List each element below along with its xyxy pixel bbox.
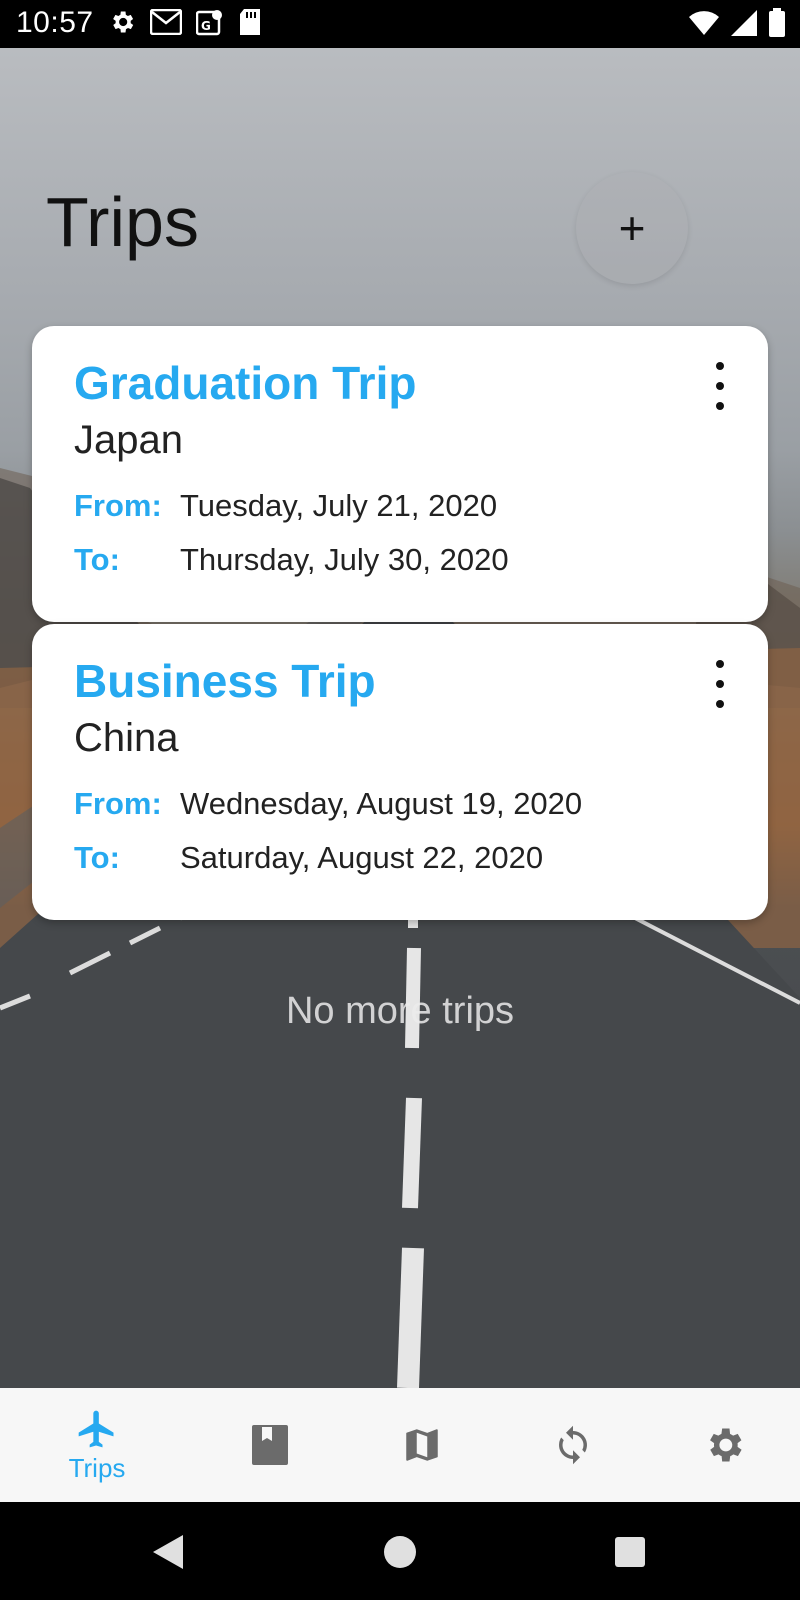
gmail-icon [150, 9, 182, 35]
to-label: To: [74, 542, 120, 577]
status-bar: 10:57 G [0, 0, 800, 48]
nav-item-sync[interactable] [513, 1388, 633, 1502]
add-trip-button[interactable]: + [576, 172, 688, 284]
status-time: 10:57 [16, 6, 94, 39]
from-label: From: [74, 786, 162, 821]
battery-icon [769, 8, 785, 37]
nav-item-trips[interactable]: Trips [37, 1388, 157, 1502]
settings-icon [113, 11, 134, 33]
nav-label-trips: Trips [68, 1452, 126, 1483]
recents-button[interactable] [600, 1522, 660, 1582]
back-button[interactable] [138, 1522, 198, 1582]
signal-icon [731, 10, 757, 36]
from-label: From: [74, 488, 162, 523]
book-icon [252, 1425, 288, 1465]
trip-card[interactable]: Business Trip China From: Wednesday, Aug… [32, 624, 768, 920]
to-date: Thursday, July 30, 2020 [180, 542, 509, 577]
empty-list-message: No more trips [285, 990, 515, 1032]
sd-card-icon [240, 9, 260, 35]
sync-icon [559, 1425, 587, 1465]
nav-item-settings[interactable] [664, 1388, 784, 1502]
trip-to-row: To: Thursday, July 30, 2020 [74, 542, 509, 578]
trip-to-row: To: Saturday, August 22, 2020 [74, 840, 543, 876]
more-options-icon[interactable] [710, 362, 730, 410]
bottom-navigation: Trips [0, 1388, 800, 1502]
home-circle-icon [384, 1536, 416, 1568]
more-options-icon[interactable] [710, 660, 730, 708]
plus-icon: + [618, 202, 646, 254]
page-title: Trips [46, 183, 199, 261]
svg-text:G: G [201, 19, 211, 33]
nav-item-map[interactable] [362, 1388, 482, 1502]
to-date: Saturday, August 22, 2020 [180, 840, 544, 875]
trip-destination: China [74, 716, 179, 760]
back-triangle-icon [153, 1535, 183, 1569]
trip-destination: Japan [74, 418, 183, 462]
map-icon [406, 1429, 438, 1461]
trip-from-row: From: Tuesday, July 21, 2020 [74, 488, 497, 524]
trip-title: Business Trip [74, 655, 376, 707]
trip-from-row: From: Wednesday, August 19, 2020 [74, 786, 582, 822]
trip-card[interactable]: Graduation Trip Japan From: Tuesday, Jul… [32, 326, 768, 622]
from-date: Tuesday, July 21, 2020 [180, 488, 498, 523]
maps-icon: G [196, 10, 222, 36]
wifi-icon [689, 11, 719, 36]
home-button[interactable] [370, 1522, 430, 1582]
to-label: To: [74, 840, 120, 875]
recents-square-icon [615, 1537, 645, 1567]
gear-icon [710, 1428, 742, 1462]
system-navigation-bar [0, 1502, 800, 1600]
nav-item-journal[interactable] [210, 1388, 330, 1502]
status-icons-right [688, 8, 786, 38]
airplane-icon [78, 1410, 114, 1447]
status-icons-left: G [108, 8, 262, 36]
trip-title: Graduation Trip [74, 357, 417, 409]
from-date: Wednesday, August 19, 2020 [180, 786, 583, 821]
